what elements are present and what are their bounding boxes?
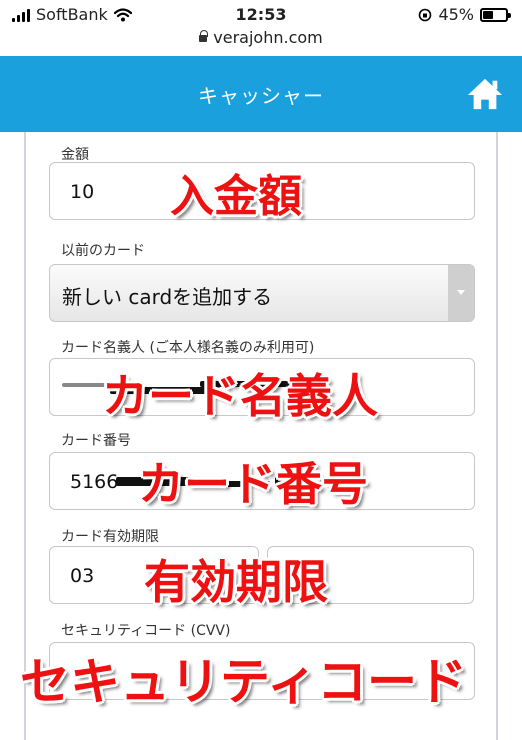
- card-number-value: 5166: [70, 471, 119, 493]
- previous-card-select[interactable]: 新しい cardを追加する: [49, 264, 475, 322]
- battery-icon: [480, 7, 511, 22]
- annotation-cvv: セキュリティコード: [20, 653, 467, 711]
- status-bar: SoftBank 12:53 45%: [0, 0, 522, 30]
- status-right: 45%: [418, 5, 511, 24]
- previous-card-label: 以前のカード: [61, 243, 145, 259]
- expiry-label: カード有効期限: [61, 529, 159, 545]
- cvv-label: セキュリティコード (CVV): [61, 623, 231, 639]
- annotation-expiry: 有効期限: [144, 555, 328, 609]
- url-text: verajohn.com: [213, 28, 323, 47]
- address-bar[interactable]: verajohn.com: [0, 28, 522, 47]
- annotation-card-number: カード番号: [138, 457, 368, 511]
- cashier-header: キャッシャー: [0, 56, 522, 132]
- cardholder-label: カード名義人 (ご本人様名義のみ利用可): [61, 340, 315, 356]
- lock-icon: [199, 30, 209, 42]
- orientation-lock-icon: [419, 8, 432, 21]
- page-title: キャッシャー: [198, 84, 324, 108]
- home-icon[interactable]: [466, 76, 504, 112]
- annotation-cardholder: カード名義人: [102, 369, 378, 423]
- annotation-amount: 入金額: [170, 171, 302, 222]
- battery-percent: 45%: [438, 5, 474, 24]
- previous-card-selected: 新しい cardを追加する: [62, 285, 273, 309]
- battery-fill: [483, 10, 493, 19]
- amount-label: 金額: [61, 147, 89, 163]
- card-number-label: カード番号: [61, 433, 131, 449]
- amount-value: 10: [70, 181, 95, 203]
- expiry-month-value: 03: [70, 565, 95, 587]
- chevron-down-icon: [448, 265, 474, 321]
